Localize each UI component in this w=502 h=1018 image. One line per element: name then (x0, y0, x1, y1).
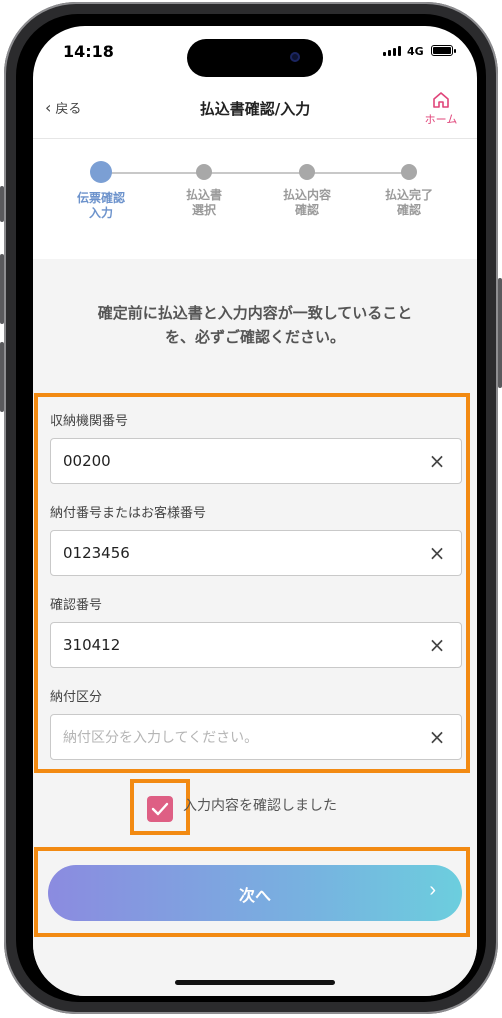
field-label-payment-number: 納付番号またはお客様番号 (50, 506, 207, 521)
clear-icon[interactable]: × (427, 727, 447, 747)
agency-number-input[interactable] (63, 439, 413, 483)
home-icon (433, 92, 449, 108)
clear-icon[interactable]: × (427, 451, 447, 471)
main-content: 確定前に払込書と入力内容が一致していること を、必ずご確認ください。 収納機関番… (33, 259, 477, 996)
home-label: ホーム (424, 113, 458, 126)
clear-icon[interactable]: × (427, 543, 447, 563)
highlight-checkbox-box (130, 779, 190, 835)
clear-icon[interactable]: × (427, 635, 447, 655)
phone-volume-down-button (0, 342, 4, 412)
payment-number-field: × (50, 530, 462, 576)
agency-number-field: × (50, 438, 462, 484)
confirmation-number-input[interactable] (63, 623, 413, 667)
checkmark-icon (151, 802, 169, 816)
field-label-agency-number: 収納機関番号 (50, 414, 129, 429)
step-3-label: 払込内容 確認 (282, 188, 331, 217)
step-dot (299, 164, 315, 180)
screen: 14:18 4G ‹ 戻る 払込書確認/入力 ホーム 伝票確認 入力 払込書 選… (33, 26, 477, 996)
step-2-label: 払込書 選択 (185, 188, 222, 217)
confirm-checkbox[interactable] (147, 796, 173, 822)
step-dot (196, 164, 212, 180)
confirmation-number-field: × (50, 622, 462, 668)
phone-power-button (498, 278, 502, 388)
confirm-checkbox-label[interactable]: 入力内容を確認しました (183, 795, 337, 815)
step-indicator: 伝票確認 入力 払込書 選択 払込内容 確認 払込完了 確認 (33, 139, 477, 259)
step-4-label: 払込完了 確認 (384, 188, 433, 217)
phone-frame: 14:18 4G ‹ 戻る 払込書確認/入力 ホーム 伝票確認 入力 払込書 選… (0, 2, 502, 1014)
next-button[interactable]: 次へ › (48, 865, 462, 921)
step-dot (401, 164, 417, 180)
step-4: 払込完了 確認 (364, 161, 454, 218)
phone-volume-up-button (0, 254, 4, 324)
next-button-label: 次へ (238, 888, 271, 905)
home-indicator[interactable] (175, 980, 335, 985)
confirmation-notice: 確定前に払込書と入力内容が一致していること を、必ずご確認ください。 (97, 304, 413, 346)
phone-side-button (0, 186, 4, 222)
highlight-button-box: 次へ › (34, 847, 470, 937)
field-label-payment-category: 納付区分 (50, 690, 103, 705)
chevron-right-icon: › (429, 879, 436, 901)
field-label-confirmation-number: 確認番号 (50, 598, 103, 613)
highlight-form-box: 収納機関番号 × 納付番号またはお客様番号 × 確認番号 × 納付区分 (34, 393, 470, 773)
status-time: 14:18 (63, 42, 114, 61)
network-type: 4G (407, 45, 424, 58)
nav-bar: ‹ 戻る 払込書確認/入力 ホーム (33, 84, 477, 139)
signal-icon (383, 46, 401, 56)
home-button[interactable]: ホーム (419, 90, 463, 127)
payment-category-field: × (50, 714, 462, 760)
step-connector-line (101, 172, 409, 174)
payment-category-input[interactable] (63, 715, 413, 759)
step-1: 伝票確認 入力 (56, 161, 146, 221)
step-3: 払込内容 確認 (262, 161, 352, 218)
camera-icon (290, 52, 300, 62)
dynamic-island (187, 39, 323, 77)
battery-icon (431, 45, 456, 56)
step-1-label: 伝票確認 入力 (76, 191, 125, 220)
status-bar: 14:18 4G (33, 26, 477, 84)
page-title: 払込書確認/入力 (199, 100, 311, 118)
step-dot-active (90, 161, 112, 183)
step-2: 払込書 選択 (159, 161, 249, 218)
payment-number-input[interactable] (63, 531, 413, 575)
